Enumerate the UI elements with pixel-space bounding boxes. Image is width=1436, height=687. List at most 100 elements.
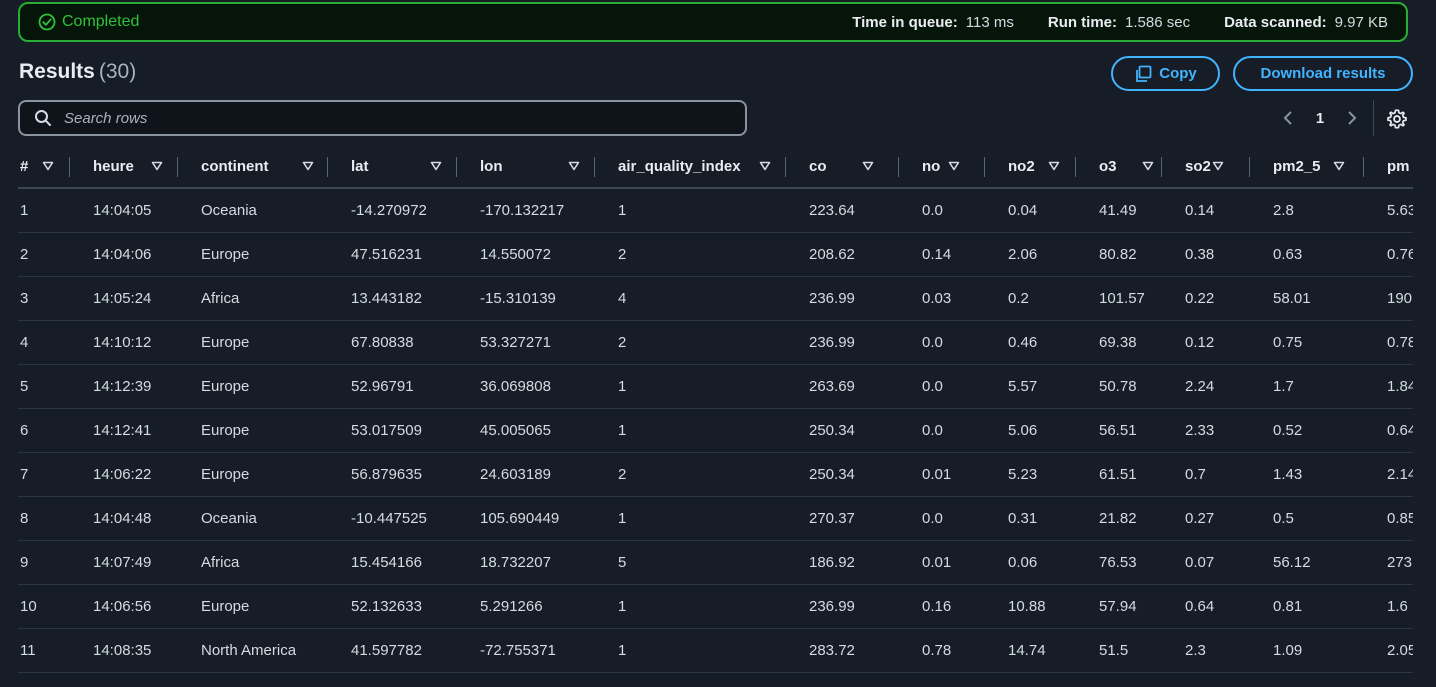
results-title: Results bbox=[19, 60, 95, 83]
sort-caret-icon[interactable] bbox=[1142, 161, 1154, 171]
table-cell: 56.51 bbox=[1081, 408, 1167, 453]
column-header-label: so2 bbox=[1185, 158, 1211, 175]
table-row[interactable]: 10 14:06:56 Europe 52.132633 5.291266 1 236.99… bbox=[18, 584, 1413, 629]
sort-caret-icon[interactable] bbox=[1333, 161, 1345, 171]
table-row[interactable]: 1 14:04:05 Oceania -14.270972 -170.132217 1 22… bbox=[18, 188, 1413, 233]
table-cell: 11 bbox=[18, 628, 75, 673]
column-header-label: co bbox=[809, 158, 827, 175]
table-cell: 2.24 bbox=[1167, 364, 1255, 409]
column-header-lat[interactable]: lat bbox=[333, 146, 462, 189]
table-cell: 0.01 bbox=[904, 452, 990, 497]
search-rows-field[interactable] bbox=[18, 100, 747, 136]
column-header-o3[interactable]: o3 bbox=[1081, 146, 1167, 189]
table-row[interactable]: 1214:06:44Asia3.20277873.220681300.410.0… bbox=[18, 672, 1413, 687]
column-header-lon[interactable]: lon bbox=[462, 146, 600, 189]
table-cell: 250.34 bbox=[791, 452, 904, 497]
column-resize-handle[interactable] bbox=[1363, 157, 1364, 177]
column-resize-handle[interactable] bbox=[785, 157, 786, 177]
table-cell: 2.33 bbox=[1167, 408, 1255, 453]
column-header-co[interactable]: co bbox=[791, 146, 904, 189]
column-resize-handle[interactable] bbox=[1075, 157, 1076, 177]
check-circle-icon bbox=[38, 13, 56, 31]
column-resize-handle[interactable] bbox=[69, 157, 70, 177]
chevron-right-icon[interactable] bbox=[1340, 106, 1364, 130]
column-header-label: pm2_5 bbox=[1273, 158, 1321, 175]
sort-caret-icon[interactable] bbox=[430, 161, 442, 171]
sort-caret-icon[interactable] bbox=[151, 161, 163, 171]
column-resize-handle[interactable] bbox=[984, 157, 985, 177]
table-cell: -170.132217 bbox=[462, 188, 600, 233]
table-cell: 1 bbox=[600, 584, 791, 629]
column-resize-handle[interactable] bbox=[456, 157, 457, 177]
table-cell: 2.05 bbox=[1369, 628, 1413, 673]
table-cell: 0.12 bbox=[1167, 320, 1255, 365]
column-resize-handle[interactable] bbox=[1161, 157, 1162, 177]
table-row[interactable]: 11 14:08:35 North America 41.597782 -72.7553… bbox=[18, 628, 1413, 673]
column-resize-handle[interactable] bbox=[594, 157, 595, 177]
results-table-container[interactable]: # heure continent lat lon air_quality_index co… bbox=[18, 146, 1413, 687]
column-resize-handle[interactable] bbox=[898, 157, 899, 177]
column-header-air-quality-index[interactable]: air_quality_index bbox=[600, 146, 791, 189]
column-header-index[interactable]: # bbox=[18, 146, 75, 189]
table-cell: 51.5 bbox=[1081, 628, 1167, 673]
column-header-pm2-5[interactable]: pm2_5 bbox=[1255, 146, 1369, 189]
sort-caret-icon[interactable] bbox=[759, 161, 771, 171]
table-cell: 56.879635 bbox=[333, 452, 462, 497]
table-cell: 52.96791 bbox=[333, 364, 462, 409]
table-row[interactable]: 5 14:12:39 Europe 52.96791 36.069808 1 263.69 0… bbox=[18, 364, 1413, 409]
table-cell: 61.51 bbox=[1081, 452, 1167, 497]
metric-label: Run time: bbox=[1047, 13, 1118, 31]
table-cell: 14:06:44 bbox=[75, 672, 183, 687]
column-header-label: pm bbox=[1387, 158, 1410, 175]
settings-gear-icon[interactable] bbox=[1386, 108, 1408, 130]
column-header-label: lat bbox=[351, 158, 369, 175]
table-cell: 190 bbox=[1369, 276, 1413, 321]
table-row[interactable]: 9 14:07:49 Africa 15.454166 18.732207 5 186.92… bbox=[18, 540, 1413, 585]
search-input[interactable] bbox=[62, 108, 706, 128]
column-header-label: o3 bbox=[1099, 158, 1117, 175]
table-cell: 13.443182 bbox=[333, 276, 462, 321]
chevron-left-icon[interactable] bbox=[1276, 106, 1300, 130]
column-resize-handle[interactable] bbox=[327, 157, 328, 177]
table-cell: 0.27 bbox=[1167, 496, 1255, 541]
table-cell: 14:04:05 bbox=[75, 188, 183, 233]
table-row[interactable]: 2 14:04:06 Europe 47.516231 14.550072 2 208.62… bbox=[18, 232, 1413, 277]
table-cell: North America bbox=[183, 628, 333, 673]
sort-caret-icon[interactable] bbox=[862, 161, 874, 171]
table-row[interactable]: 4 14:10:12 Europe 67.80838 53.327271 2 236.99 0… bbox=[18, 320, 1413, 365]
table-cell: 0.22 bbox=[1167, 276, 1255, 321]
table-cell: 7 bbox=[18, 452, 75, 497]
column-header-heure[interactable]: heure bbox=[75, 146, 183, 189]
table-cell: 236.99 bbox=[791, 276, 904, 321]
table-row[interactable]: 6 14:12:41 Europe 53.017509 45.005065 1 250.34… bbox=[18, 408, 1413, 453]
sort-caret-icon[interactable] bbox=[302, 161, 314, 171]
page-number[interactable]: 1 bbox=[1300, 110, 1340, 127]
sort-caret-icon[interactable] bbox=[1048, 161, 1060, 171]
sort-caret-icon[interactable] bbox=[568, 161, 580, 171]
column-header-so2[interactable]: so2 bbox=[1167, 146, 1255, 189]
table-cell: 2 bbox=[600, 452, 791, 497]
table-cell: 0.0 bbox=[904, 320, 990, 365]
table-cell: 2 bbox=[600, 232, 791, 277]
table-cell: 57.94 bbox=[1081, 584, 1167, 629]
column-header-pm[interactable]: pm bbox=[1369, 146, 1413, 189]
table-row[interactable]: 8 14:04:48 Oceania -10.447525 105.690449 1 270… bbox=[18, 496, 1413, 541]
table-cell: 0.66 bbox=[1255, 672, 1369, 687]
table-cell: 0.52 bbox=[1255, 408, 1369, 453]
table-row[interactable]: 3 14:05:24 Africa 13.443182 -15.310139 4 236.9… bbox=[18, 276, 1413, 321]
sort-caret-icon[interactable] bbox=[42, 161, 54, 171]
column-resize-handle[interactable] bbox=[177, 157, 178, 177]
column-header-continent[interactable]: continent bbox=[183, 146, 333, 189]
sort-caret-icon[interactable] bbox=[948, 161, 960, 171]
table-cell: 14:08:35 bbox=[75, 628, 183, 673]
table-row[interactable]: 7 14:06:22 Europe 56.879635 24.603189 2 250.34… bbox=[18, 452, 1413, 497]
table-cell: 67.80838 bbox=[333, 320, 462, 365]
column-header-no2[interactable]: no2 bbox=[990, 146, 1081, 189]
column-resize-handle[interactable] bbox=[1249, 157, 1250, 177]
copy-button[interactable]: Copy bbox=[1111, 56, 1220, 91]
table-cell: 41.597782 bbox=[333, 628, 462, 673]
download-button-label: Download results bbox=[1260, 65, 1386, 82]
column-header-no[interactable]: no bbox=[904, 146, 990, 189]
download-results-button[interactable]: Download results bbox=[1233, 56, 1413, 91]
sort-caret-icon[interactable] bbox=[1212, 161, 1224, 171]
